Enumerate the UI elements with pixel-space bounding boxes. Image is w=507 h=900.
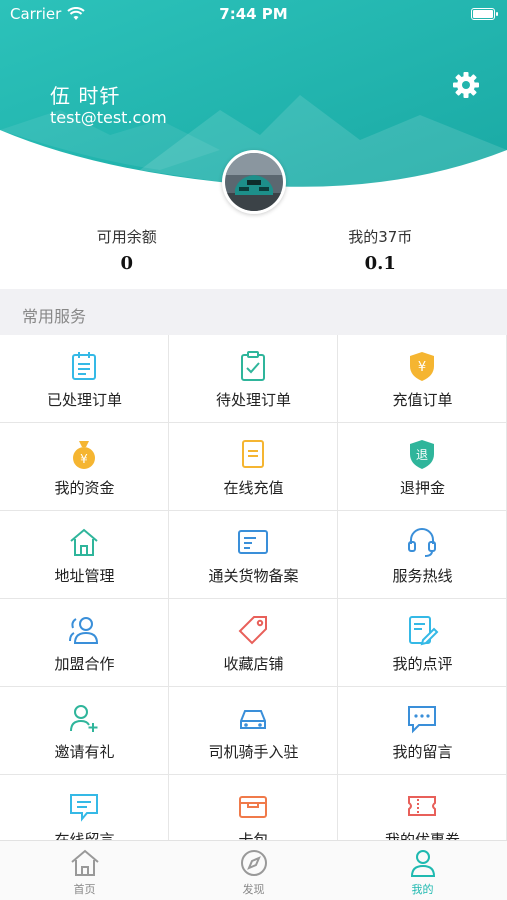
service-processed-orders[interactable]: 已处理订单: [0, 335, 169, 423]
chat-bubble-icon: [408, 706, 436, 734]
user-add-icon: [70, 705, 98, 732]
service-label: 充值订单: [392, 391, 453, 409]
balance-value: 0: [120, 253, 134, 274]
balance-value: 0.1: [364, 253, 396, 274]
service-label: 待处理订单: [215, 391, 291, 409]
service-customs-filing[interactable]: 通关货物备案: [169, 511, 338, 599]
service-refund-deposit[interactable]: 退 退押金: [338, 423, 507, 511]
id-card-icon: [238, 530, 268, 554]
section-title: 常用服务: [0, 289, 507, 335]
document-icon: [242, 440, 264, 468]
clock: 7:44 PM: [219, 5, 288, 23]
status-bar: Carrier 7:44 PM: [0, 0, 507, 28]
avatar[interactable]: [222, 150, 286, 214]
car-icon: [240, 710, 266, 729]
clipboard-check-icon: [241, 351, 265, 381]
svg-text:¥: ¥: [80, 452, 88, 466]
service-label: 收藏店铺: [223, 655, 284, 673]
money-bag-icon: ¥: [73, 441, 95, 469]
wallet-icon: [239, 796, 267, 818]
svg-text:退: 退: [416, 448, 428, 462]
service-invite-gift[interactable]: 邀请有礼: [0, 687, 169, 775]
services-grid: 已处理订单 待处理订单 ¥ 充值订单 ¥ 我的资金 在线充值 退 退押金 地址管…: [0, 335, 507, 840]
edit-note-icon: [409, 616, 439, 646]
service-my-reviews[interactable]: 我的点评: [338, 599, 507, 687]
service-my-coupons[interactable]: 我的优惠券: [338, 775, 507, 840]
balance-label: 我的37币: [348, 228, 413, 246]
balance-label: 可用余额: [96, 228, 157, 246]
service-label: 在线充值: [223, 479, 284, 497]
profile-page: Carrier 7:44 PM 伍 时钎 test@test.com 可用余额 …: [0, 0, 507, 900]
service-label: 退押金: [399, 479, 445, 497]
tab-bar: 首页 发现 我的: [0, 840, 507, 900]
user-email: test@test.com: [50, 108, 167, 127]
service-label: 我的点评: [392, 655, 453, 673]
person-icon: [410, 850, 435, 877]
coupon-icon: [408, 796, 436, 816]
tag-icon: [238, 616, 267, 645]
service-label: 我的留言: [392, 743, 453, 761]
calendar-list-icon: [72, 352, 96, 380]
service-label: 邀请有礼: [54, 743, 115, 761]
service-hotline[interactable]: 服务热线: [338, 511, 507, 599]
user-name: 伍 时钎: [50, 84, 121, 108]
tab-label: 首页: [73, 883, 96, 896]
svg-text:¥: ¥: [418, 360, 426, 375]
home-icon: [70, 528, 98, 556]
headset-icon: [408, 528, 436, 557]
service-label: 服务热线: [392, 567, 453, 585]
service-my-funds[interactable]: ¥ 我的资金: [0, 423, 169, 511]
coin-balance[interactable]: 我的37币 0.1: [254, 222, 507, 288]
balance-summary: 可用余额 0 我的37币 0.1: [0, 222, 507, 288]
service-pending-orders[interactable]: 待处理订单: [169, 335, 338, 423]
service-recharge-orders[interactable]: ¥ 充值订单: [338, 335, 507, 423]
tab-label: 发现: [242, 883, 265, 896]
home-tab-icon: [70, 849, 99, 876]
available-balance[interactable]: 可用余额 0: [0, 222, 254, 288]
service-online-message[interactable]: 在线留言: [0, 775, 169, 840]
tab-mine[interactable]: 我的: [338, 841, 507, 900]
service-label: 地址管理: [54, 567, 115, 585]
battery-icon: [471, 8, 498, 20]
avatar-car-image: [225, 153, 283, 211]
service-label: 在线留言: [54, 831, 115, 840]
settings-gear-icon[interactable]: [451, 70, 481, 100]
tab-home[interactable]: 首页: [0, 841, 169, 900]
service-label: 卡包: [238, 831, 269, 840]
service-label: 加盟合作: [54, 655, 115, 673]
service-my-messages[interactable]: 我的留言: [338, 687, 507, 775]
compass-icon: [240, 850, 267, 876]
service-label: 我的优惠券: [384, 831, 460, 840]
tab-label: 我的: [411, 883, 434, 896]
users-icon: [69, 617, 99, 644]
service-franchise[interactable]: 加盟合作: [0, 599, 169, 687]
refund-shield-icon: 退: [410, 440, 434, 469]
service-online-recharge[interactable]: 在线充值: [169, 423, 338, 511]
service-label: 司机骑手入驻: [208, 743, 299, 761]
service-label: 通关货物备案: [208, 567, 299, 585]
service-label: 我的资金: [54, 479, 115, 497]
service-label: 已处理订单: [46, 391, 122, 409]
service-address-management[interactable]: 地址管理: [0, 511, 169, 599]
service-driver-signup[interactable]: 司机骑手入驻: [169, 687, 338, 775]
service-favorite-shops[interactable]: 收藏店铺: [169, 599, 338, 687]
tab-discover[interactable]: 发现: [169, 841, 338, 900]
message-icon: [70, 794, 98, 822]
yen-shield-icon: ¥: [410, 352, 434, 381]
service-card-wallet[interactable]: 卡包: [169, 775, 338, 840]
